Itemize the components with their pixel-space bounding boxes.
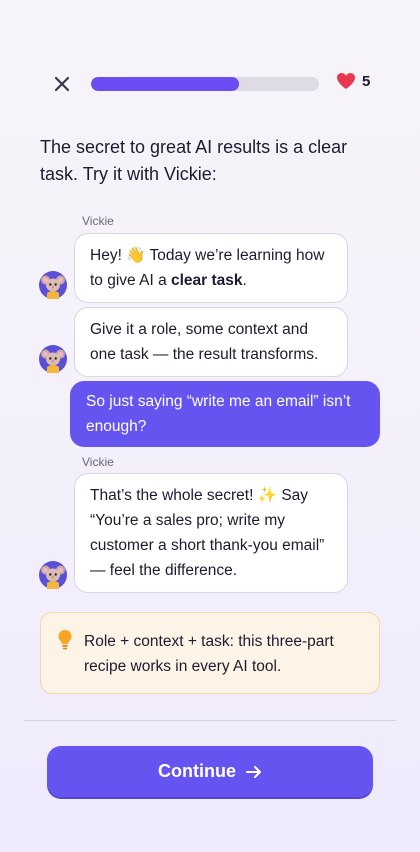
continue-label: Continue: [158, 761, 236, 781]
sender-name: Vickie: [82, 455, 114, 469]
chat-bubble-assistant: That’s the whole secret! ✨ Say “You’re a…: [74, 473, 348, 593]
close-button[interactable]: [48, 70, 76, 98]
chat-bubble-assistant: Give it a role, some context and one tas…: [74, 307, 348, 377]
lesson-progress-bar: [91, 77, 319, 91]
heart-icon: [337, 73, 355, 89]
continue-button[interactable]: Continue: [47, 746, 373, 797]
chat-bubble-assistant: Hey! 👋 Today we’re learning how to give …: [74, 233, 348, 303]
top-bar: 5: [0, 66, 420, 102]
sender-name: Vickie: [82, 214, 114, 228]
tip-text: Role + context + task: this three-part r…: [84, 633, 334, 675]
message-highlight: clear task: [171, 272, 243, 289]
chat-bubble-user: So just saying “write me an email” isn’t…: [70, 381, 380, 447]
vickie-avatar: [39, 271, 67, 299]
lives-count: 5: [362, 72, 371, 90]
message-text-end: .: [242, 272, 247, 289]
lightbulb-icon: [58, 630, 72, 650]
close-icon[interactable]: [54, 76, 70, 92]
vickie-avatar: [39, 561, 67, 589]
footer-divider: [24, 720, 396, 721]
arrow-right-icon: [246, 765, 261, 778]
tip-card: Role + context + task: this three-part r…: [40, 612, 380, 694]
progress-fill: [91, 77, 240, 91]
vickie-avatar: [39, 345, 67, 373]
lives-counter: 5: [336, 72, 370, 90]
lesson-intro-text: The secret to great AI results is a clea…: [40, 137, 348, 184]
